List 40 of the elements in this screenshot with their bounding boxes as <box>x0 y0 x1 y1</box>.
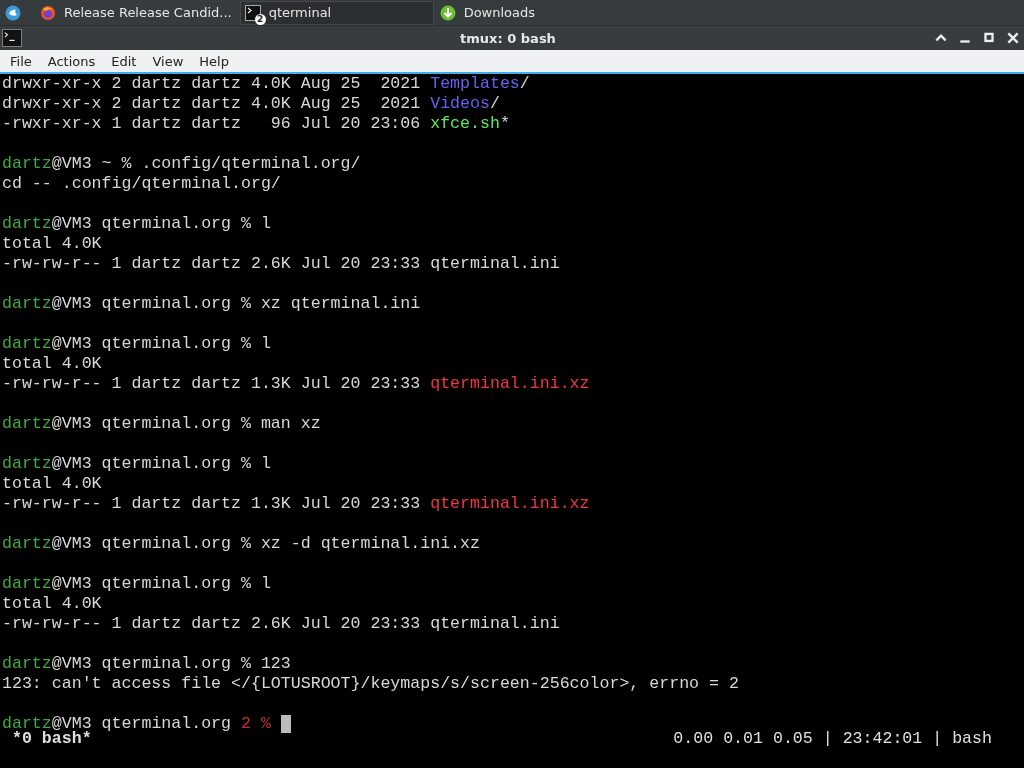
menu-item[interactable]: View <box>144 53 192 69</box>
maximize-icon[interactable] <box>982 31 996 45</box>
taskbar-button[interactable]: Downloads <box>435 0 630 25</box>
terminal-line: dartz@VM3 qterminal.org % l <box>2 214 272 234</box>
terminal-line: total 4.0K <box>2 474 103 494</box>
terminal-line: total 4.0K <box>2 234 103 254</box>
terminal-line: -rw-rw-r-- 1 dartz dartz 2.6K Jul 20 23:33 qterminal.ini <box>2 254 561 274</box>
terminal-line: -rwxr-xr-x 1 dartz dartz 96 Jul 20 23:06 xfce.sh* <box>2 114 511 134</box>
taskbar-button[interactable]: Release Release Candid... <box>36 0 238 25</box>
terminal-line: cd -- .config/qterminal.org/ <box>2 174 282 194</box>
terminal-line: total 4.0K <box>2 594 103 614</box>
menu-item[interactable]: Actions <box>39 53 104 69</box>
terminal-line: dartz@VM3 qterminal.org % 123 <box>2 654 292 674</box>
app-menu-icon[interactable] <box>4 3 22 22</box>
menu-item[interactable]: Help <box>191 53 237 69</box>
terminal-line: drwxr-xr-x 2 dartz dartz 4.0K Aug 25 2021 Templates/ <box>2 74 531 94</box>
terminal-line: -rw-rw-r-- 1 dartz dartz 1.3K Jul 20 23:33 qterminal.ini.xz <box>2 494 591 514</box>
terminal-line: dartz@VM3 qterminal.org % l <box>2 334 272 354</box>
terminal-line: 123: can't access file </{LOTUSROOT}/keymaps/s/screen-256color>, errno = 2 <box>2 674 740 694</box>
close-icon[interactable] <box>1006 31 1020 45</box>
terminal-line: dartz@VM3 qterminal.org % l <box>2 454 272 474</box>
terminal-icon <box>2 29 22 47</box>
window-title: tmux: 0 bash <box>459 30 556 46</box>
terminal-line: dartz@VM3 ~ % .config/qterminal.org/ <box>2 154 362 174</box>
terminal-line: dartz@VM3 qterminal.org % man xz <box>2 414 322 434</box>
terminal-line: drwxr-xr-x 2 dartz dartz 4.0K Aug 25 2021 Videos/ <box>2 94 501 114</box>
terminal-line: dartz@VM3 qterminal.org % l <box>2 574 272 594</box>
terminal-line: -rw-rw-r-- 1 dartz dartz 1.3K Jul 20 23:33 qterminal.ini.xz <box>2 374 591 394</box>
download-icon <box>439 4 456 21</box>
terminal-icon <box>244 4 261 21</box>
count-badge: 2 <box>254 13 266 25</box>
terminal-line: -rw-rw-r-- 1 dartz dartz 2.6K Jul 20 23:33 qterminal.ini <box>2 614 561 634</box>
terminal-line: total 4.0K <box>2 354 103 374</box>
terminal-line: dartz@VM3 qterminal.org % xz -d qterminal.ini.xz <box>2 534 481 554</box>
menu-item[interactable]: File <box>2 53 40 69</box>
browser-icon <box>40 4 56 21</box>
tmux-status-info: 0.00 0.01 0.05 | 23:42:01 | bash <box>673 729 992 748</box>
terminal-line: dartz@VM3 qterminal.org % xz qterminal.ini <box>2 294 422 314</box>
menu-item[interactable]: Edit <box>103 53 145 69</box>
taskbar-button[interactable]: 2 qterminal <box>239 0 434 25</box>
